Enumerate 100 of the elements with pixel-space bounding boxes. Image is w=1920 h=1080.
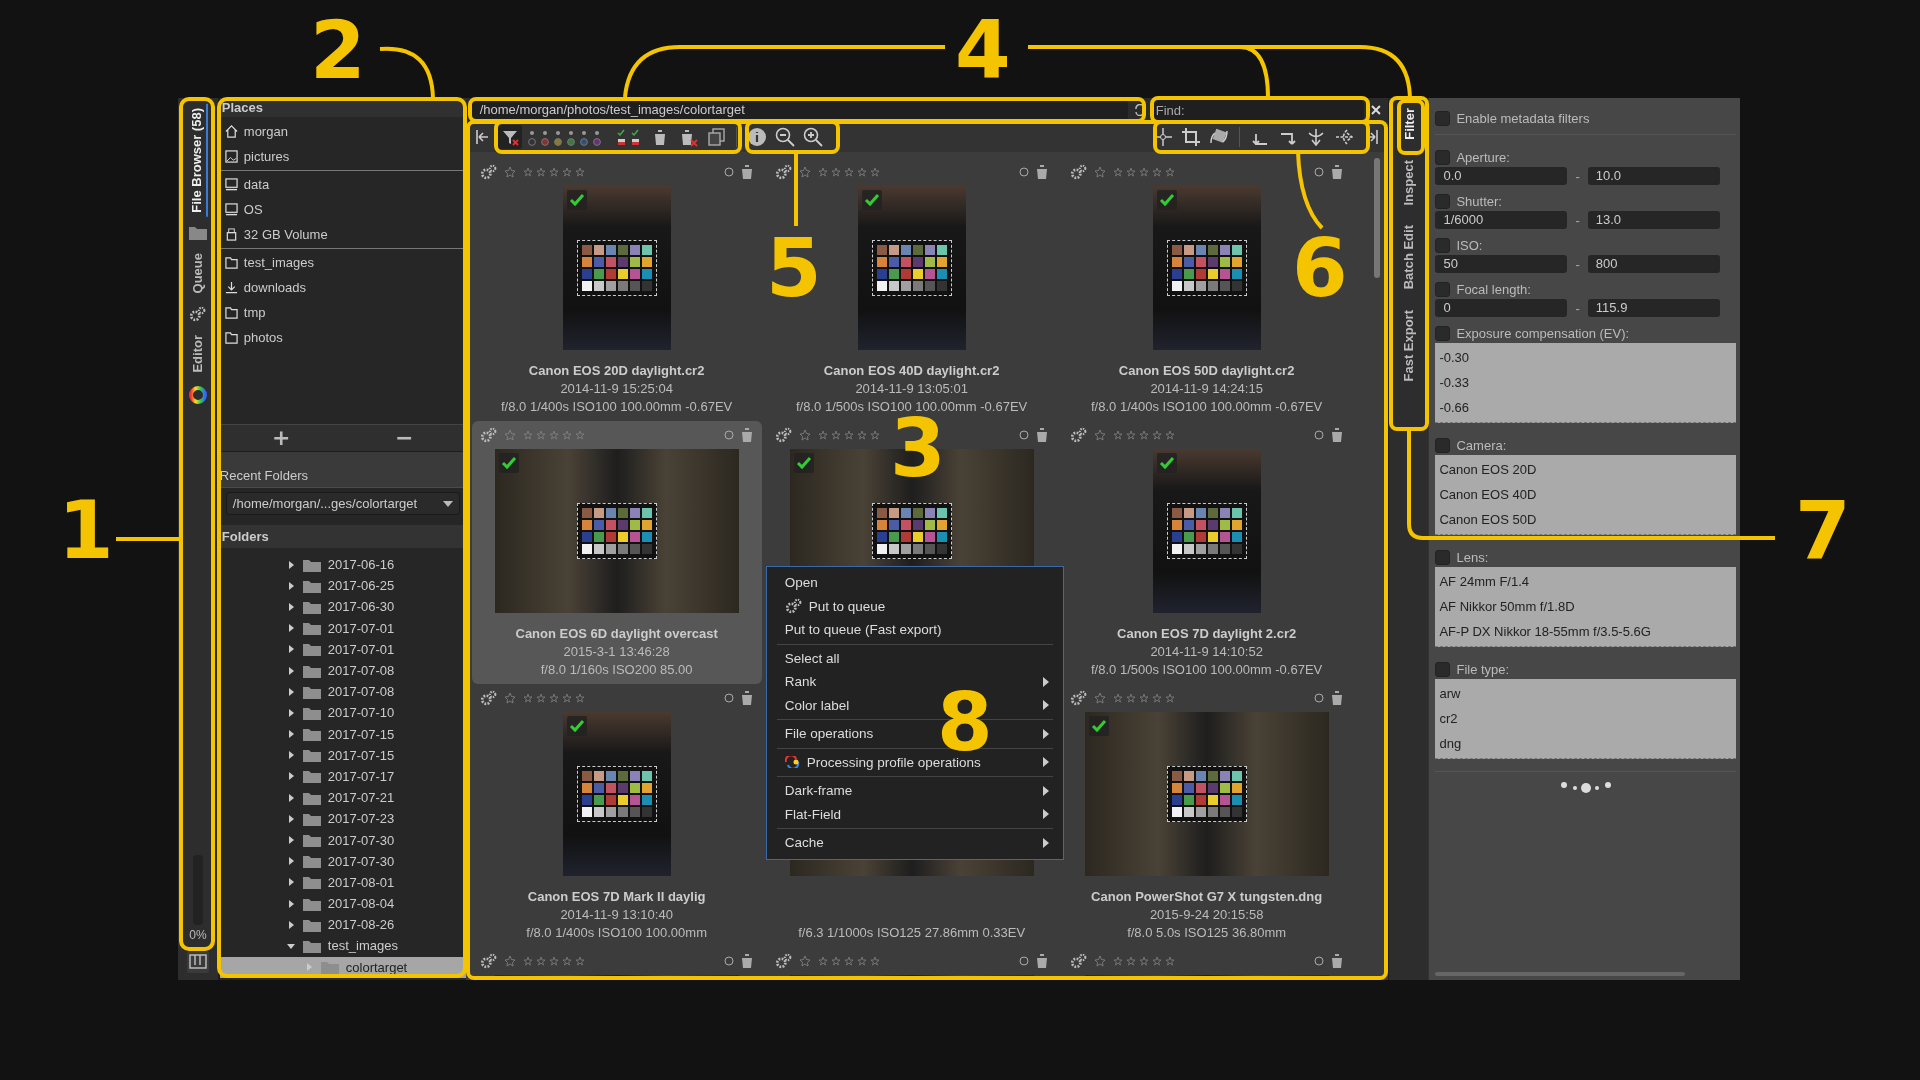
folder-tree-item[interactable]: 2017-06-30 [219, 596, 466, 618]
checkbox[interactable] [1435, 661, 1451, 677]
circle-icon[interactable] [723, 956, 734, 966]
list-item[interactable]: -0.30 [1437, 345, 1734, 370]
side-tab[interactable]: File Browser (58) [187, 104, 209, 217]
folder-tree-item[interactable]: 2017-07-10 [219, 702, 466, 724]
folder-tree-item[interactable]: 2017-07-30 [219, 850, 466, 872]
side-tab[interactable]: Inspect [1399, 155, 1419, 210]
list-item[interactable]: -0.33 [1437, 370, 1734, 395]
list-item[interactable]: Canon EOS 40D [1437, 482, 1734, 507]
folder-tree-item[interactable]: 2017-07-23 [219, 808, 466, 830]
place-item[interactable]: 32 GB Volume [219, 222, 466, 247]
menu-item[interactable]: Flat-Field [776, 802, 1053, 826]
menu-item[interactable]: Put to queue [776, 594, 1053, 618]
trash-icon[interactable] [1329, 427, 1344, 443]
side-tab[interactable]: Queue [188, 248, 208, 298]
menu-item[interactable]: Processing profile operations [776, 750, 1053, 774]
menu-item[interactable]: Dark-frame [776, 779, 1053, 803]
close-icon[interactable] [1369, 104, 1382, 116]
circle-icon[interactable] [1313, 956, 1324, 966]
input-field[interactable]: 1/6000 [1435, 211, 1568, 229]
panels-icon[interactable] [185, 950, 210, 974]
folder-tree-item[interactable]: 2017-07-08 [219, 681, 466, 703]
input-field[interactable]: 10.0 [1587, 167, 1720, 185]
remove-button[interactable]: − [342, 425, 466, 451]
input-field[interactable]: 0.0 [1435, 167, 1568, 185]
place-item[interactable]: morgan [219, 119, 466, 144]
checkbox[interactable] [1435, 110, 1451, 126]
menu-item[interactable]: Open [776, 571, 1053, 595]
folder-tree-item[interactable]: 2017-07-15 [219, 744, 466, 766]
checkbox[interactable] [1435, 549, 1451, 565]
list-item[interactable]: AF Nikkor 50mm f/1.8D [1437, 594, 1734, 619]
folder-tree-item[interactable]: 2017-08-26 [219, 914, 466, 936]
list-item[interactable]: cr2 [1437, 706, 1734, 731]
folder-tree-item[interactable]: 2017-07-08 [219, 659, 466, 682]
trash-icon[interactable] [1034, 164, 1049, 180]
trash-icon[interactable] [739, 427, 754, 443]
place-item[interactable]: data [219, 172, 466, 197]
checkbox[interactable] [1435, 437, 1451, 453]
folder-tree-item[interactable]: 2017-07-17 [219, 765, 466, 788]
circle-icon[interactable] [1313, 693, 1324, 703]
add-button[interactable]: + [219, 425, 343, 451]
side-tab[interactable]: Filter [1398, 104, 1420, 144]
place-item[interactable]: test_images [219, 250, 466, 275]
list-item[interactable]: arw [1437, 681, 1734, 706]
trash-icon[interactable] [1329, 690, 1344, 706]
folder-tree-item[interactable]: 2017-06-16 [219, 554, 466, 576]
trash-icon[interactable] [739, 953, 754, 969]
circle-icon[interactable] [1018, 956, 1029, 966]
place-item[interactable]: downloads [219, 275, 466, 300]
list-item[interactable]: Canon EOS 50D [1437, 507, 1734, 532]
trash-icon[interactable] [1034, 953, 1049, 969]
folder-tree-item[interactable]: 2017-06-25 [219, 575, 466, 597]
checkbox[interactable] [1435, 149, 1451, 165]
checkbox[interactable] [1435, 237, 1451, 253]
circle-icon[interactable] [1018, 430, 1029, 440]
place-item[interactable]: photos [219, 325, 466, 350]
side-tab[interactable]: Editor [188, 331, 208, 377]
input-field[interactable]: 800 [1587, 255, 1720, 273]
input-field[interactable]: 13.0 [1587, 211, 1720, 229]
circle-icon[interactable] [723, 430, 734, 440]
folder-tree-item[interactable]: 2017-07-01 [219, 638, 466, 660]
folder-tree-item[interactable]: 2017-07-01 [219, 617, 466, 639]
trash-icon[interactable] [1034, 427, 1049, 443]
find-field[interactable]: Find: [1151, 100, 1364, 120]
trash-icon[interactable] [739, 690, 754, 706]
list-item[interactable]: Canon EOS 20D [1437, 457, 1734, 482]
folder-tree-item[interactable]: test_images [219, 935, 466, 957]
input-field[interactable]: 50 [1435, 255, 1568, 273]
circle-icon[interactable] [1313, 430, 1324, 440]
checkbox[interactable] [1435, 281, 1451, 297]
side-tab[interactable]: Fast Export [1399, 305, 1419, 386]
list-item[interactable]: AF-P DX Nikkor 18-55mm f/3.5-5.6G [1437, 619, 1734, 644]
trash-icon[interactable] [1329, 953, 1344, 969]
side-tab[interactable]: Batch Edit [1399, 221, 1419, 294]
filter-icon[interactable] [497, 125, 522, 149]
place-item[interactable]: OS [219, 197, 466, 222]
menu-item[interactable]: Put to queue (Fast export) [776, 618, 1053, 642]
input-field[interactable]: 0 [1435, 299, 1568, 317]
folder-tree-item[interactable]: 2017-08-04 [219, 893, 466, 915]
circle-icon[interactable] [723, 693, 734, 703]
scrollbar[interactable] [1373, 158, 1380, 278]
thumbnail-card[interactable]: Canon EOS 6D daylight overcast 2015-3-1 13:46:28 f/8.0 1/160s ISO200 85.00 [471, 421, 762, 684]
menu-item[interactable]: Select all [776, 646, 1053, 670]
place-item[interactable]: pictures [219, 144, 466, 169]
circle-icon[interactable] [1018, 167, 1029, 177]
checkbox[interactable] [1435, 193, 1451, 209]
recent-folders-dropdown[interactable]: /home/morgan/...ges/colortarget [225, 492, 460, 515]
list-item[interactable]: dng [1437, 731, 1734, 756]
checkbox[interactable] [1435, 325, 1451, 341]
menu-item[interactable]: Cache [776, 831, 1053, 855]
folder-tree-item[interactable]: 2017-07-21 [219, 787, 466, 809]
path-field[interactable]: /home/morgan/photos/test_images/colortarget [471, 100, 1128, 120]
trash-icon[interactable] [739, 164, 754, 180]
trash-icon[interactable] [1329, 164, 1344, 180]
folder-tree-item[interactable]: 2017-07-15 [219, 723, 466, 745]
circle-icon[interactable] [723, 167, 734, 177]
circle-icon[interactable] [1313, 167, 1324, 177]
folder-tree-item[interactable]: 2017-07-30 [219, 829, 466, 851]
input-field[interactable]: 115.9 [1587, 299, 1720, 317]
